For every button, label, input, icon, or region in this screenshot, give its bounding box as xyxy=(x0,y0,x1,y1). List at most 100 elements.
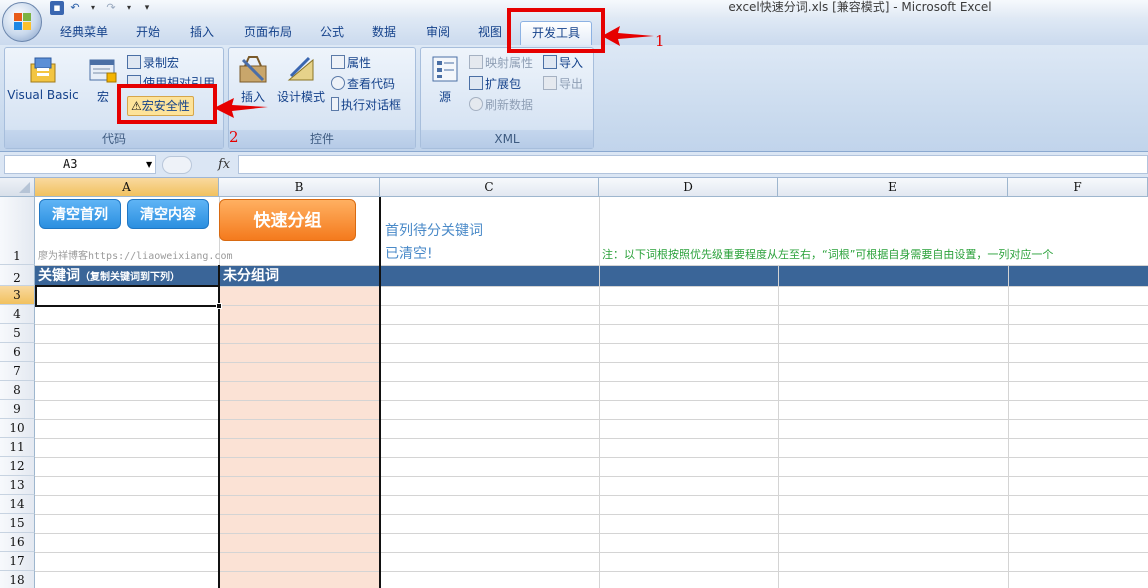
group-xml: 源 映射属性 扩展包 刷新数据 导入 导出 XML xyxy=(420,47,594,149)
row-header-6[interactable]: 6 xyxy=(0,343,35,362)
redo-icon[interactable]: ↷ xyxy=(104,1,118,15)
import-icon xyxy=(543,55,557,69)
window-title: excel快速分词.xls [兼容模式] - Microsoft Excel xyxy=(728,0,992,14)
visual-basic-icon xyxy=(30,57,56,83)
row-header-12[interactable]: 12 xyxy=(0,457,35,476)
row-header-3[interactable]: 3 xyxy=(0,286,35,305)
office-logo-icon xyxy=(14,13,32,31)
name-box[interactable]: A3 xyxy=(4,155,156,174)
formula-cancel-icon[interactable] xyxy=(162,156,192,174)
column-header-a[interactable]: A xyxy=(35,178,219,197)
record-macro-icon xyxy=(127,55,141,69)
row-header-8[interactable]: 8 xyxy=(0,381,35,400)
quick-group-button[interactable]: 快速分组 xyxy=(219,199,356,241)
status-line-1: 首列待分关键词 xyxy=(385,223,483,239)
formula-bar: A3 ▼ fx xyxy=(0,152,1148,178)
tab-data[interactable]: 数据 xyxy=(362,21,406,45)
row-header-7[interactable]: 7 xyxy=(0,362,35,381)
clear-content-button[interactable]: 清空内容 xyxy=(127,199,209,229)
row-header-18[interactable]: 18 xyxy=(0,571,35,588)
select-all-corner[interactable] xyxy=(0,178,35,197)
run-dialog-button[interactable]: 执行对话框 xyxy=(331,96,401,114)
properties-icon xyxy=(331,55,345,69)
annotation-number-1: 1 xyxy=(655,32,665,50)
macros-button[interactable]: 宏 xyxy=(85,58,121,105)
unsorted-column-header: 未分组词 xyxy=(223,268,279,284)
group-xml-label: XML xyxy=(421,130,593,148)
xml-source-button[interactable]: 源 xyxy=(425,54,465,105)
undo-dropdown-icon[interactable]: ▾ xyxy=(86,1,100,15)
expansion-pack-button[interactable]: 扩展包 xyxy=(469,75,521,93)
row-header-4[interactable]: 4 xyxy=(0,305,35,324)
column-b-right-border xyxy=(379,197,381,588)
refresh-icon xyxy=(469,97,483,111)
row-header-5[interactable]: 5 xyxy=(0,324,35,343)
row-header-15[interactable]: 15 xyxy=(0,514,35,533)
annotation-number-2: 2 xyxy=(229,128,239,146)
fill-handle[interactable] xyxy=(216,303,222,309)
expansion-pack-icon xyxy=(469,76,483,90)
undo-icon[interactable]: ↶ xyxy=(68,1,82,15)
tab-page-layout[interactable]: 页面布局 xyxy=(236,21,300,45)
tab-insert[interactable]: 插入 xyxy=(180,21,224,45)
design-mode-button[interactable]: 设计模式 xyxy=(275,54,327,105)
column-a-right-border xyxy=(218,265,220,588)
design-mode-icon xyxy=(287,56,314,81)
office-button[interactable] xyxy=(2,2,42,42)
macros-icon xyxy=(89,59,117,83)
toolbox-icon xyxy=(239,56,267,83)
visual-basic-button[interactable]: Visual Basic xyxy=(7,54,79,102)
view-code-button[interactable]: 查看代码 xyxy=(331,75,395,93)
column-header-e[interactable]: E xyxy=(778,178,1008,197)
row-header-17[interactable]: 17 xyxy=(0,552,35,571)
name-box-dropdown-icon[interactable]: ▼ xyxy=(146,160,152,169)
status-line-2: 已清空! xyxy=(385,246,433,262)
insert-function-icon[interactable]: fx xyxy=(218,157,230,172)
row-header-11[interactable]: 11 xyxy=(0,438,35,457)
macros-label: 宏 xyxy=(96,90,109,104)
properties-button[interactable]: 属性 xyxy=(331,54,371,72)
xml-source-icon xyxy=(432,56,458,82)
row-header-16[interactable]: 16 xyxy=(0,533,35,552)
group-controls-label: 控件 xyxy=(229,130,415,148)
column-header-f[interactable]: F xyxy=(1008,178,1148,197)
annotation-arrow-2-icon xyxy=(214,98,268,118)
tab-home[interactable]: 开始 xyxy=(128,21,168,45)
map-properties-icon xyxy=(469,55,483,69)
map-properties-button[interactable]: 映射属性 xyxy=(469,54,533,72)
redo-dropdown-icon[interactable]: ▾ xyxy=(122,1,136,15)
row-header-1[interactable]: 1 xyxy=(0,197,35,265)
instruction-note: 注：以下词根按照优先级重要程度从左至右，“词根”可根据自身需要自由设置，一列对应… xyxy=(602,248,1054,261)
column-header-c[interactable]: C xyxy=(380,178,599,197)
tab-view[interactable]: 视图 xyxy=(468,21,512,45)
annotation-box-developer-tab xyxy=(507,8,605,53)
refresh-data-button[interactable]: 刷新数据 xyxy=(469,96,533,114)
tab-classic-menu[interactable]: 经典菜单 xyxy=(52,21,116,45)
column-header-b[interactable]: B xyxy=(219,178,380,197)
worksheet-grid: A B C D E F 1 2 3 4 5 6 7 8 9 10 11 12 1… xyxy=(0,178,1148,588)
tab-formulas[interactable]: 公式 xyxy=(312,21,352,45)
xml-export-button[interactable]: 导出 xyxy=(543,75,583,93)
tab-review[interactable]: 审阅 xyxy=(416,21,460,45)
xml-import-button[interactable]: 导入 xyxy=(543,54,583,72)
clear-first-column-button[interactable]: 清空首列 xyxy=(39,199,121,229)
row-header-14[interactable]: 14 xyxy=(0,495,35,514)
formula-input[interactable] xyxy=(238,155,1148,174)
customize-qat-icon[interactable]: ▾ xyxy=(140,1,154,15)
active-cell-a3[interactable] xyxy=(35,285,220,307)
row-header-10[interactable]: 10 xyxy=(0,419,35,438)
row-header-2[interactable]: 2 xyxy=(0,265,35,286)
row-header-13[interactable]: 13 xyxy=(0,476,35,495)
design-mode-label: 设计模式 xyxy=(276,90,325,104)
export-icon xyxy=(543,76,557,90)
quick-access-toolbar: ▪ ↶ ▾ ↷ ▾ ▾ xyxy=(50,0,154,16)
run-dialog-icon xyxy=(331,97,339,111)
column-header-d[interactable]: D xyxy=(599,178,778,197)
record-macro-button[interactable]: 录制宏 xyxy=(127,54,179,72)
save-icon[interactable]: ▪ xyxy=(50,1,64,15)
row-header-9[interactable]: 9 xyxy=(0,400,35,419)
unsorted-column-fill xyxy=(219,286,380,588)
xml-source-label: 源 xyxy=(438,90,451,104)
group-code-label: 代码 xyxy=(5,130,223,148)
annotation-box-macro-security xyxy=(117,84,217,124)
